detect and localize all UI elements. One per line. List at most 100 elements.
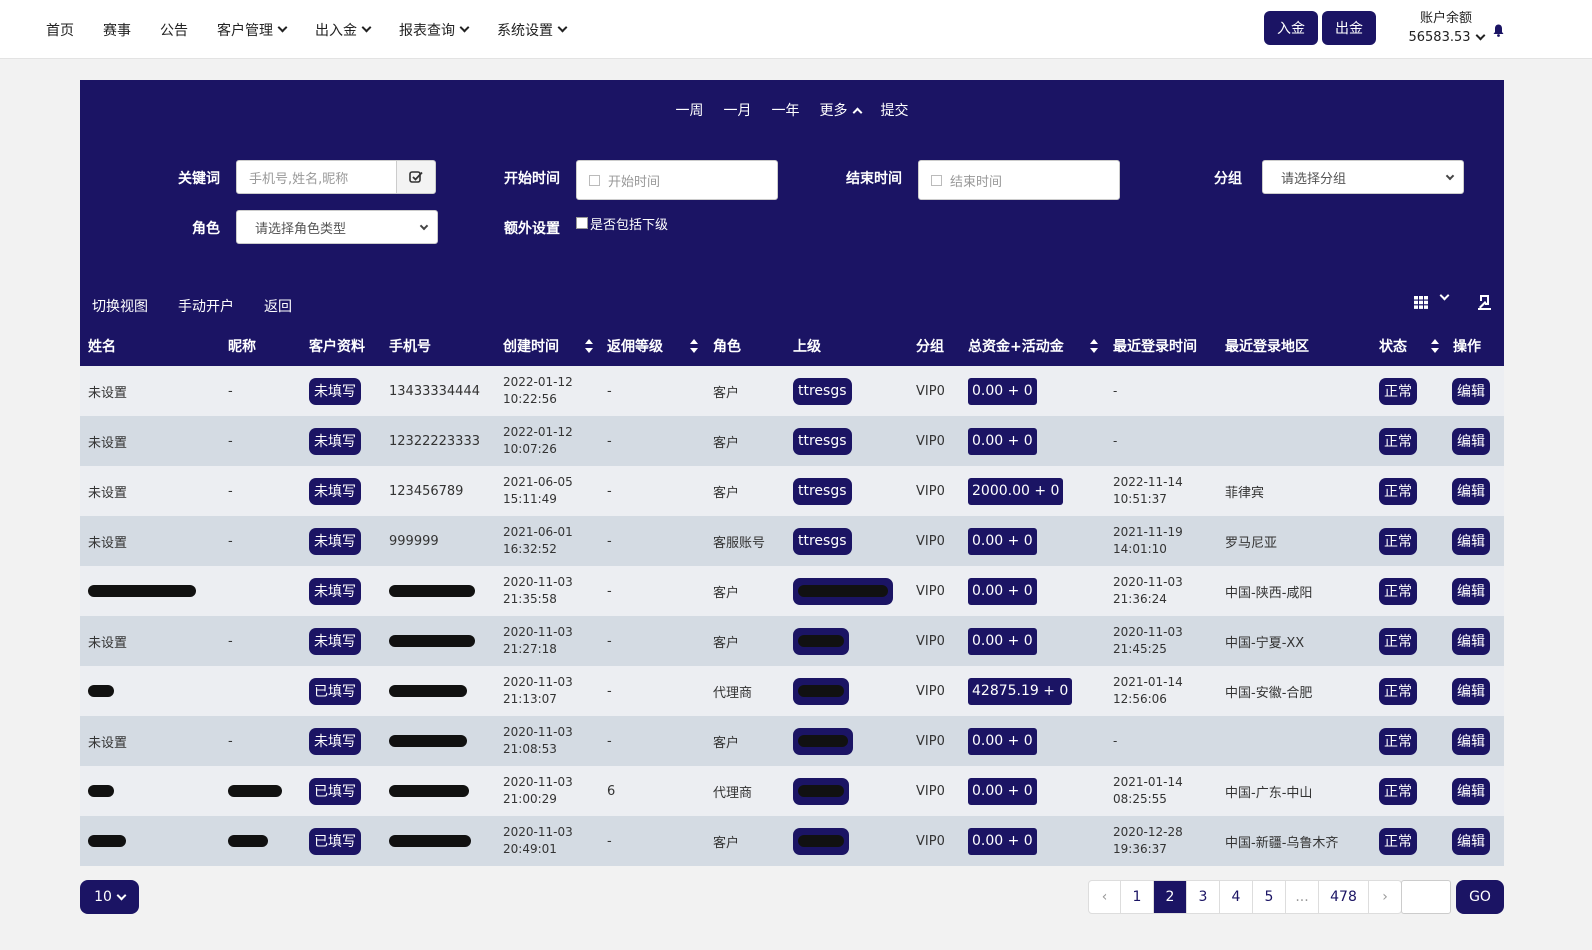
col-rebate[interactable]: 返佣等级 bbox=[607, 326, 663, 366]
table-row[interactable]: 已填写 2020-11-03 21:00:29 6 代理商 VIP0 0.00 + 0 202… bbox=[80, 766, 1504, 816]
page-size-select[interactable]: 10 bbox=[80, 880, 139, 914]
table-row[interactable]: 未设置 - 未填写 12322223333 2022-01-12 10:07:26 - 客户 t… bbox=[80, 416, 1504, 466]
nav-item-home[interactable]: 首页 bbox=[46, 20, 74, 40]
balance-label: 账户余额 bbox=[1419, 11, 1472, 26]
status-badge[interactable]: 正常 bbox=[1379, 477, 1417, 505]
pager-page[interactable]: 1 bbox=[1121, 881, 1154, 913]
pager-page[interactable]: 4 bbox=[1220, 881, 1253, 913]
keyword-confirm-button[interactable] bbox=[396, 160, 436, 194]
profile-badge[interactable]: 未填写 bbox=[309, 427, 361, 455]
range-year[interactable]: 一年 bbox=[772, 100, 800, 120]
submit-button[interactable]: 提交 bbox=[881, 100, 909, 120]
pager-page[interactable]: 5 bbox=[1253, 881, 1286, 913]
status-badge[interactable]: 正常 bbox=[1379, 527, 1417, 555]
chevron-down-icon[interactable] bbox=[1439, 290, 1450, 301]
parent-badge[interactable] bbox=[793, 827, 849, 855]
pager-page-active[interactable]: 2 bbox=[1154, 881, 1187, 913]
include-sub-checkbox[interactable] bbox=[576, 217, 588, 229]
profile-badge[interactable]: 已填写 bbox=[309, 777, 361, 805]
status-badge[interactable]: 正常 bbox=[1379, 777, 1417, 805]
edit-button[interactable]: 编辑 bbox=[1452, 477, 1490, 505]
profile-badge[interactable]: 未填写 bbox=[309, 477, 361, 505]
edit-button[interactable]: 编辑 bbox=[1452, 577, 1490, 605]
profile-badge[interactable]: 未填写 bbox=[309, 377, 361, 405]
start-time-input[interactable]: 开始时间 bbox=[576, 160, 778, 200]
parent-badge[interactable] bbox=[793, 577, 893, 605]
profile-badge[interactable]: 未填写 bbox=[309, 727, 361, 755]
table-row[interactable]: 未设置 - 未填写 2020-11-03 21:08:53 - 客户 VIP0 0.00 + 0… bbox=[80, 716, 1504, 766]
profile-badge[interactable]: 已填写 bbox=[309, 827, 361, 855]
account-balance[interactable]: 账户余额 56583.53 bbox=[1404, 7, 1488, 45]
parent-badge[interactable] bbox=[793, 777, 849, 805]
pager-page[interactable]: 3 bbox=[1187, 881, 1220, 913]
range-month[interactable]: 一月 bbox=[724, 100, 752, 120]
status-badge[interactable]: 正常 bbox=[1379, 827, 1417, 855]
withdraw-button[interactable]: 出金 bbox=[1322, 11, 1376, 45]
table-row[interactable]: 未设置 - 未填写 2020-11-03 21:27:18 - 客户 VIP0 0.00 + 0… bbox=[80, 616, 1504, 666]
include-sub-label[interactable]: 是否包括下级 bbox=[590, 214, 668, 233]
nav-item-reports[interactable]: 报表查询 bbox=[399, 20, 470, 40]
table-row[interactable]: 未设置 - 未填写 999999 2021-06-01 16:32:52 - 客服账号 ttre… bbox=[80, 516, 1504, 566]
nav-item-funds[interactable]: 出入金 bbox=[315, 20, 372, 40]
bell-icon[interactable] bbox=[1492, 24, 1505, 37]
sort-icon[interactable] bbox=[1090, 339, 1098, 353]
col-status[interactable]: 状态 bbox=[1379, 326, 1407, 366]
parent-badge[interactable] bbox=[793, 727, 853, 755]
table-row[interactable]: 未设置 - 未填写 13433334444 2022-01-12 10:22:56 - 客户 t… bbox=[80, 366, 1504, 416]
edit-button[interactable]: 编辑 bbox=[1452, 827, 1490, 855]
parent-badge[interactable]: ttresgs bbox=[793, 377, 852, 405]
status-badge[interactable]: 正常 bbox=[1379, 627, 1417, 655]
edit-button[interactable]: 编辑 bbox=[1452, 627, 1490, 655]
edit-button[interactable]: 编辑 bbox=[1452, 427, 1490, 455]
export-icon[interactable] bbox=[1477, 294, 1492, 310]
nav-item-customer-management[interactable]: 客户管理 bbox=[217, 20, 288, 40]
parent-badge[interactable] bbox=[793, 677, 849, 705]
status-badge[interactable]: 正常 bbox=[1379, 577, 1417, 605]
range-more[interactable]: 更多 bbox=[820, 100, 862, 120]
sort-icon[interactable] bbox=[1431, 339, 1439, 353]
table-row[interactable]: 未填写 2020-11-03 21:35:58 - 客户 VIP0 0.00 + 0 2020… bbox=[80, 566, 1504, 616]
table-row[interactable]: 未设置 - 未填写 123456789 2021-06-05 15:11:49 - 客户 ttr… bbox=[80, 466, 1504, 516]
nav-item-system-settings[interactable]: 系统设置 bbox=[497, 20, 568, 40]
range-week[interactable]: 一周 bbox=[676, 100, 704, 120]
parent-badge[interactable]: ttresgs bbox=[793, 427, 852, 455]
status-badge[interactable]: 正常 bbox=[1379, 427, 1417, 455]
back-button[interactable]: 返回 bbox=[264, 296, 292, 316]
pager-next[interactable]: › bbox=[1369, 881, 1401, 913]
end-time-input[interactable]: 结束时间 bbox=[918, 160, 1120, 200]
deposit-button[interactable]: 入金 bbox=[1264, 11, 1318, 45]
parent-badge[interactable]: ttresgs bbox=[793, 527, 852, 555]
table-row[interactable]: 已填写 2020-11-03 21:13:07 - 代理商 VIP0 42875.19 + … bbox=[80, 666, 1504, 716]
edit-button[interactable]: 编辑 bbox=[1452, 727, 1490, 755]
status-badge[interactable]: 正常 bbox=[1379, 377, 1417, 405]
col-created[interactable]: 创建时间 bbox=[503, 326, 559, 366]
switch-view-button[interactable]: 切换视图 bbox=[92, 296, 148, 316]
status-badge[interactable]: 正常 bbox=[1379, 677, 1417, 705]
sort-icon[interactable] bbox=[585, 339, 593, 353]
profile-badge[interactable]: 未填写 bbox=[309, 527, 361, 555]
profile-badge[interactable]: 未填写 bbox=[309, 577, 361, 605]
edit-button[interactable]: 编辑 bbox=[1452, 777, 1490, 805]
grid-view-icon[interactable] bbox=[1414, 296, 1428, 309]
group-select[interactable]: 请选择分组 bbox=[1262, 160, 1464, 194]
nav-item-events[interactable]: 赛事 bbox=[103, 20, 131, 40]
table-row[interactable]: 已填写 2020-11-03 20:49:01 - 客户 VIP0 0.00 + 0 2020… bbox=[80, 816, 1504, 866]
edit-button[interactable]: 编辑 bbox=[1452, 677, 1490, 705]
col-funds[interactable]: 总资金+活动金 bbox=[968, 326, 1064, 366]
nav-item-announcements[interactable]: 公告 bbox=[160, 20, 188, 40]
manual-open-account-button[interactable]: 手动开户 bbox=[178, 296, 234, 316]
keyword-input[interactable]: 手机号,姓名,昵称 bbox=[236, 160, 398, 194]
edit-button[interactable]: 编辑 bbox=[1452, 527, 1490, 555]
status-badge[interactable]: 正常 bbox=[1379, 727, 1417, 755]
profile-badge[interactable]: 已填写 bbox=[309, 677, 361, 705]
goto-page-input[interactable] bbox=[1401, 880, 1451, 914]
sort-icon[interactable] bbox=[690, 339, 698, 353]
parent-badge[interactable]: ttresgs bbox=[793, 477, 852, 505]
pager-prev[interactable]: ‹ bbox=[1089, 881, 1121, 913]
go-button[interactable]: GO bbox=[1456, 880, 1504, 914]
parent-badge[interactable] bbox=[793, 627, 849, 655]
pager-page[interactable]: 478 bbox=[1319, 881, 1369, 913]
edit-button[interactable]: 编辑 bbox=[1452, 377, 1490, 405]
role-select[interactable]: 请选择角色类型 bbox=[236, 210, 438, 244]
profile-badge[interactable]: 未填写 bbox=[309, 627, 361, 655]
